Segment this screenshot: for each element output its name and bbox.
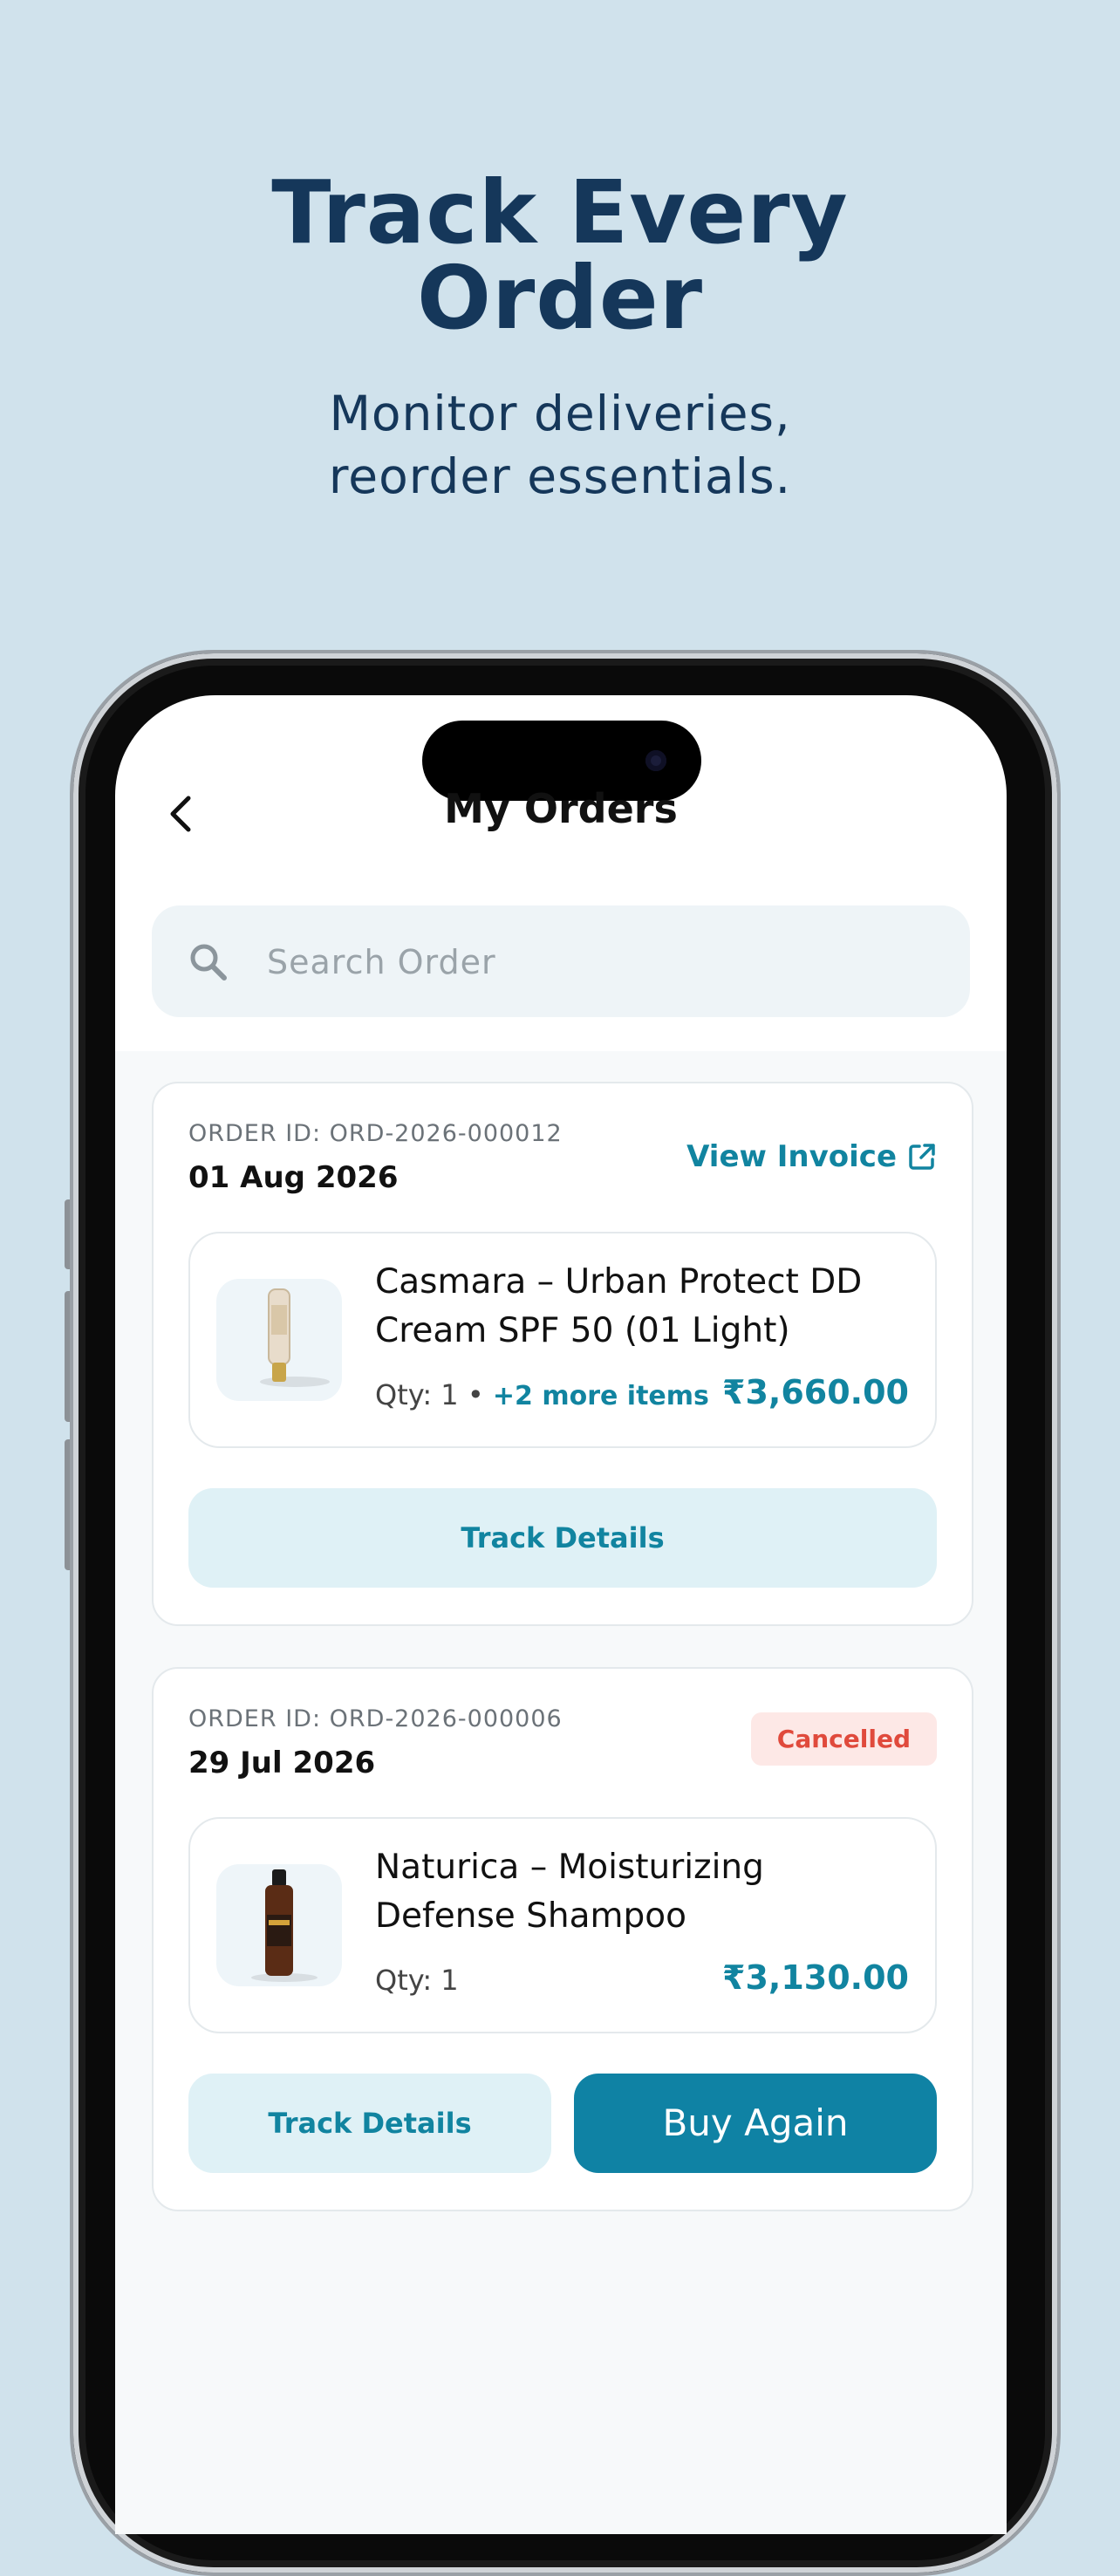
order-item[interactable]: Naturica – Moisturizing Defense Shampoo … [188, 1817, 937, 2033]
product-name: Naturica – Moisturizing Defense Shampoo [375, 1848, 764, 1936]
status-badge: Cancelled [750, 1712, 937, 1766]
order-id: ORDER ID: ORD-2026-000006 [188, 1705, 563, 1732]
order-price: ₹3,660.00 [722, 1373, 909, 1411]
hero-subtitle: Monitor deliveries, reorder essentials. [0, 382, 1120, 508]
hero-title-line-2: Order [416, 247, 704, 349]
track-details-button[interactable]: Track Details [188, 1488, 937, 1588]
search-icon [190, 944, 227, 981]
separator-dot: • [467, 1378, 484, 1411]
product-image [216, 1279, 342, 1401]
page-title: My Orders [444, 785, 678, 832]
order-price: ₹3,130.00 [722, 1958, 909, 1997]
hero-subtitle-line-1: Monitor deliveries, [329, 386, 791, 441]
view-invoice-link[interactable]: View Invoice [686, 1139, 937, 1174]
product-name: Casmara – Urban Protect DD Cream SPF 50 … [375, 1262, 863, 1350]
cream-tube-image [260, 1288, 330, 1387]
hero-title-line-1: Track Every [271, 161, 849, 263]
order-card: ORDER ID: ORD-2026-000012 01 Aug 2026 Vi… [152, 1082, 973, 1626]
search-input[interactable] [265, 905, 932, 1019]
order-item[interactable]: Casmara – Urban Protect DD Cream SPF 50 … [188, 1232, 937, 1448]
buy-again-button[interactable]: Buy Again [574, 2074, 937, 2173]
more-items-link[interactable]: +2 more items [493, 1381, 709, 1411]
shampoo-bottle-image [251, 1869, 318, 1982]
quantity: Qty: 1 [375, 1378, 459, 1411]
track-details-button[interactable]: Track Details [188, 2074, 551, 2173]
external-link-icon [909, 1144, 935, 1170]
quantity-line: Qty: 1 • +2 more items [375, 1378, 709, 1411]
order-id: ORDER ID: ORD-2026-000012 [188, 1120, 563, 1147]
hero-subtitle-line-2: reorder essentials. [328, 448, 792, 504]
order-date: 01 Aug 2026 [188, 1160, 399, 1195]
order-date: 29 Jul 2026 [188, 1746, 376, 1780]
search-bar[interactable] [152, 905, 970, 1019]
product-image [216, 1864, 342, 1986]
hero-title: Track Every Order [0, 161, 1120, 349]
camera-lens [645, 750, 666, 771]
view-invoice-label: View Invoice [686, 1139, 897, 1174]
quantity-line: Qty: 1 [375, 1964, 459, 1997]
order-card: ORDER ID: ORD-2026-000006 29 Jul 2026 Ca… [152, 1667, 973, 2211]
quantity: Qty: 1 [375, 1964, 459, 1997]
